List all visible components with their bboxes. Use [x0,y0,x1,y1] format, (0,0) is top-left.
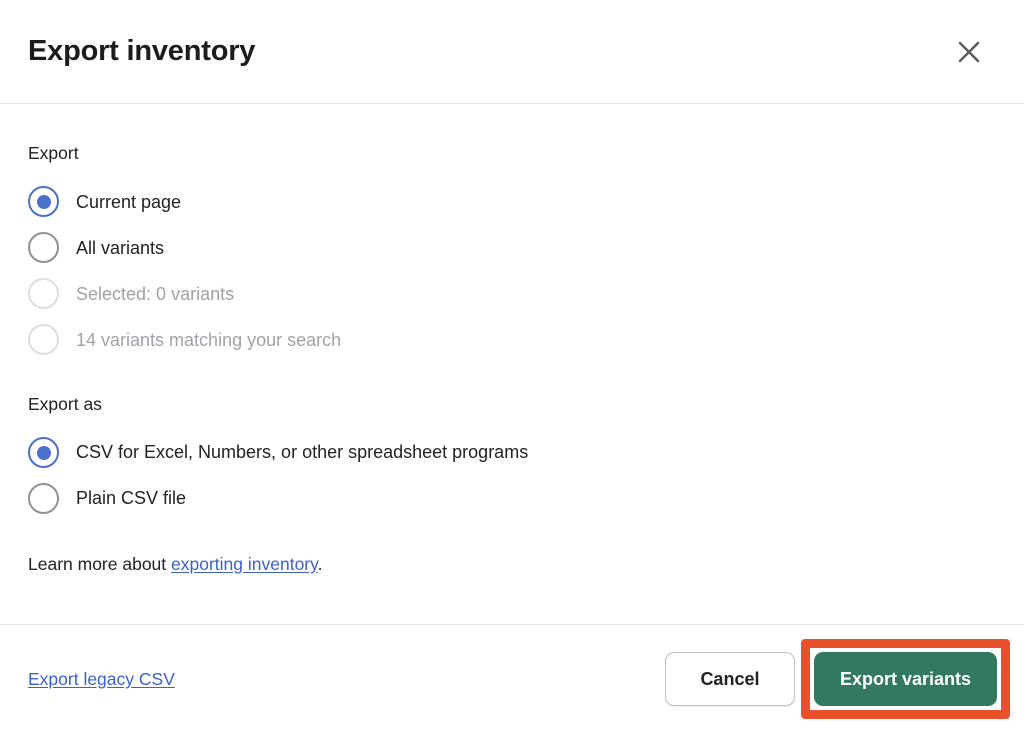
radio-label: 14 variants matching your search [76,329,342,350]
radio-option-plain-csv[interactable]: Plain CSV file [28,476,996,522]
export-variants-button[interactable]: Export variants [813,652,997,706]
learn-more-suffix: . [317,553,323,574]
radio-label: Selected: 0 variants [76,283,235,304]
export-as-section-label: Export as [28,393,102,414]
close-button[interactable] [946,29,992,75]
radio-option-current-page[interactable]: Current page [28,179,996,225]
modal-header: Export inventory [0,0,1024,104]
export-inventory-modal: Export inventory Export Current page All… [0,0,1024,733]
page-title: Export inventory [28,34,256,67]
learn-more-prefix: Learn more about [28,553,172,574]
radio-option-selected-variants: Selected: 0 variants [28,271,996,317]
radio-indicator [28,324,59,356]
close-icon [954,37,984,67]
modal-body: Export Current page All variants Selecte… [0,104,1024,624]
radio-indicator[interactable] [28,437,59,468]
modal-footer: Export legacy CSV Cancel Export variants [0,624,1024,733]
exporting-inventory-link[interactable]: exporting inventory [171,554,318,574]
radio-indicator [28,278,59,310]
highlight-annotation: Export variants [800,639,1010,719]
radio-indicator[interactable] [28,186,59,218]
export-section-label: Export [28,143,79,163]
radio-label: Plain CSV file [76,488,187,509]
cancel-button[interactable]: Cancel [664,652,795,706]
export-legacy-csv-link[interactable]: Export legacy CSV [28,669,175,690]
radio-label: All variants [76,237,165,258]
radio-label: CSV for Excel, Numbers, or other spreads… [76,442,529,463]
radio-option-matching-search: 14 variants matching your search [28,317,996,363]
radio-indicator[interactable] [28,483,59,514]
radio-indicator[interactable] [28,232,59,264]
learn-more-text: Learn more about exporting inventory. [28,552,996,577]
radio-option-all-variants[interactable]: All variants [28,225,996,271]
radio-option-csv-spreadsheet[interactable]: CSV for Excel, Numbers, or other spreads… [28,430,996,476]
radio-label: Current page [76,191,182,212]
footer-actions: Cancel Export variants [664,639,1010,719]
